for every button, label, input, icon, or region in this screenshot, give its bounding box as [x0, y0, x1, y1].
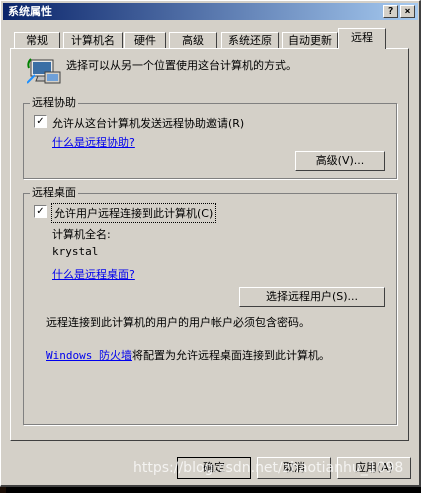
close-button[interactable]: ×: [400, 5, 415, 18]
remote-desktop-help-link[interactable]: 什么是远程桌面?: [52, 266, 135, 282]
password-requirement-text: 远程连接到此计算机的用户的用户帐户必须包含密码。: [46, 316, 310, 329]
computer-full-name-label: 计算机全名:: [52, 228, 111, 241]
window-title: 系统属性: [8, 5, 52, 18]
firewall-line: Windows 防火墙将配置为允许远程桌面连接到此计算机。: [46, 347, 330, 363]
remote-desktop-legend: 远程桌面: [30, 186, 78, 199]
remote-desktop-checkbox[interactable]: ✓: [34, 205, 47, 218]
tab-hardware[interactable]: 硬件: [124, 32, 166, 48]
advanced-button[interactable]: 高级(V)...: [295, 151, 385, 171]
title-bar[interactable]: 系统属性 ? ×: [3, 3, 418, 20]
firewall-description: 将配置为允许远程桌面连接到此计算机。: [131, 349, 330, 362]
remote-computer-icon: [26, 57, 63, 89]
tab-computer-name[interactable]: 计算机名: [63, 32, 123, 48]
remote-assistance-help-link[interactable]: 什么是远程协助?: [52, 134, 135, 150]
windows-firewall-link[interactable]: Windows 防火墙: [46, 349, 132, 362]
tab-advanced[interactable]: 高级: [169, 32, 217, 48]
system-properties-dialog: 系统属性 ? × 常规 计算机名 硬件 高级 系统还原 自动更新 远程 选择可以…: [0, 0, 421, 487]
computer-full-name-value: krystal: [52, 245, 99, 258]
remote-tab-panel: 选择可以从另一个位置使用这台计算机的方式。 远程协助 ✓ 允许从这台计算机发送远…: [10, 48, 409, 441]
tab-automatic-updates[interactable]: 自动更新: [282, 32, 338, 48]
remote-assistance-group: 远程协助 ✓ 允许从这台计算机发送远程协助邀请(R) 什么是远程协助? 高级(V…: [23, 96, 397, 179]
tab-general[interactable]: 常规: [14, 32, 60, 48]
remote-desktop-checkbox-label[interactable]: 允许用户远程连接到此计算机(C): [51, 203, 217, 223]
help-button[interactable]: ?: [383, 5, 398, 18]
select-remote-users-button[interactable]: 选择远程用户(S)...: [239, 287, 385, 307]
intro-text: 选择可以从另一个位置使用这台计算机的方式。: [66, 59, 297, 72]
tab-system-restore[interactable]: 系统还原: [221, 32, 279, 48]
tab-remote[interactable]: 远程: [338, 28, 386, 49]
remote-assistance-checkbox[interactable]: ✓: [34, 115, 47, 128]
remote-assistance-legend: 远程协助: [30, 96, 78, 109]
remote-assistance-checkbox-label[interactable]: 允许从这台计算机发送远程协助邀请(R): [52, 115, 244, 131]
watermark-text: https://blog.csdn.net/zhaotianhu_1098: [133, 460, 404, 476]
remote-desktop-group: 远程桌面 ✓ 允许用户远程连接到此计算机(C) 计算机全名: krystal 什…: [23, 186, 397, 425]
